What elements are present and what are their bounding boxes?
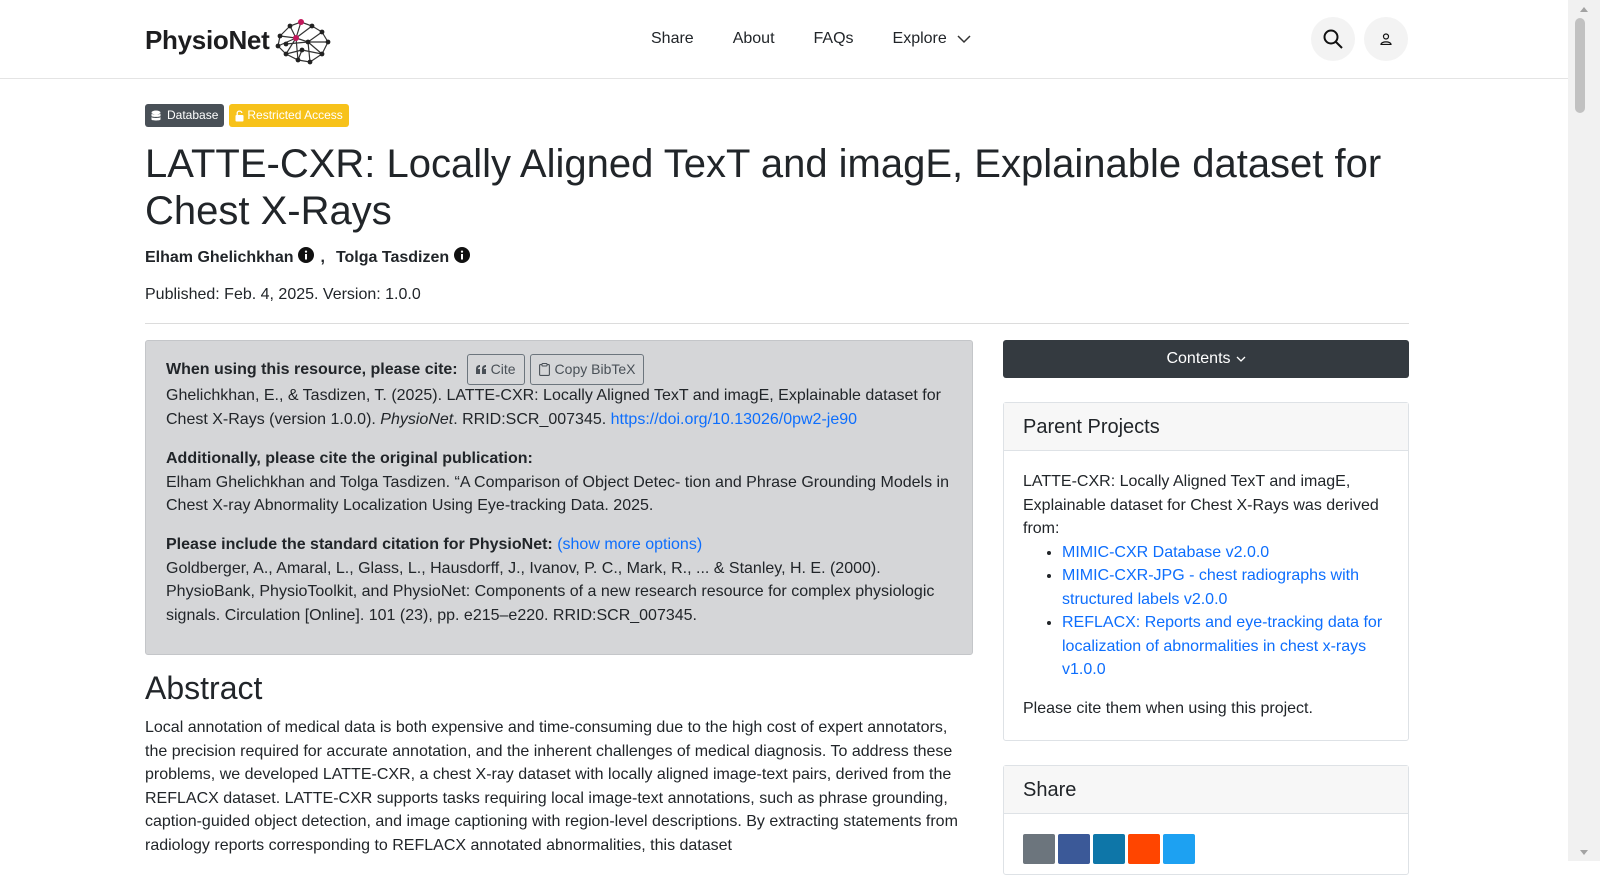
chevron-down-icon	[957, 34, 971, 43]
share-card: Share	[1003, 765, 1409, 875]
nav-share[interactable]: Share	[651, 28, 694, 50]
abstract-heading: Abstract	[145, 670, 263, 706]
facebook-share-icon[interactable]	[1058, 834, 1090, 864]
email-share-icon[interactable]	[1023, 834, 1055, 864]
list-item: MIMIC-CXR Database v2.0.0	[1062, 541, 1389, 565]
unlock-icon	[235, 109, 244, 121]
share-heading: Share	[1004, 766, 1408, 814]
info-icon[interactable]	[454, 247, 471, 268]
citation-header: When using this resource, please cite: C…	[166, 354, 645, 385]
database-badge-label: Database	[167, 108, 219, 122]
list-item: REFLACX: Reports and eye-tracking data f…	[1062, 611, 1389, 682]
nav-faqs[interactable]: FAQs	[814, 28, 854, 50]
copy-bibtex-button[interactable]: Copy BibTeX	[529, 354, 645, 385]
author-name[interactable]: Elham Ghelichkhan	[145, 249, 293, 267]
network-logo-icon	[276, 19, 331, 65]
list-item: MIMIC-CXR-JPG - chest radiographs with s…	[1062, 564, 1389, 611]
quote-icon	[475, 365, 486, 374]
info-icon[interactable]	[298, 247, 315, 268]
original-citation-text: Elham Ghelichkhan and Tolga Tasdizen. “A…	[166, 473, 949, 515]
project-title: LATTE-CXR: Locally Aligned TexT and imag…	[145, 142, 1382, 233]
clipboard-icon	[538, 363, 550, 376]
cite-button-label: Cite	[490, 360, 516, 377]
scroll-thumb[interactable]	[1575, 18, 1585, 113]
database-icon	[151, 110, 161, 120]
twitter-share-icon[interactable]	[1163, 834, 1195, 864]
citation-rrid: . RRID:SCR_007345.	[453, 410, 611, 428]
scroll-up-arrow-icon[interactable]	[1568, 0, 1600, 18]
parent-project-link[interactable]: MIMIC-CXR Database v2.0.0	[1062, 544, 1269, 561]
author-list: Elham Ghelichkhan , Tolga Tasdizen	[145, 247, 476, 268]
standard-citation-heading: Please include the standard citation for…	[166, 536, 553, 553]
page-scrollbar[interactable]	[1568, 0, 1600, 861]
project-badges: Database Restricted Access	[145, 104, 349, 127]
standard-citation-text: Goldberger, A., Amaral, L., Glass, L., H…	[166, 559, 935, 624]
copy-bibtex-label: Copy BibTeX	[554, 360, 636, 377]
parent-project-link[interactable]: MIMIC-CXR-JPG - chest radiographs with s…	[1062, 567, 1359, 608]
parent-project-link[interactable]: REFLACX: Reports and eye-tracking data f…	[1062, 614, 1382, 678]
author-separator: ,	[320, 248, 325, 266]
parent-projects-intro: LATTE-CXR: Locally Aligned TexT and imag…	[1023, 473, 1379, 537]
parent-projects-body: LATTE-CXR: Locally Aligned TexT and imag…	[1004, 451, 1408, 739]
cite-button[interactable]: Cite	[466, 354, 525, 385]
doi-link[interactable]: https://doi.org/10.13026/0pw2-je90	[611, 411, 857, 428]
database-badge: Database	[145, 104, 225, 127]
logo-text: PhysioNet	[145, 24, 270, 55]
chevron-down-icon	[1236, 356, 1245, 362]
parent-projects-list: MIMIC-CXR Database v2.0.0 MIMIC-CXR-JPG …	[1023, 541, 1389, 682]
scroll-down-arrow-icon[interactable]	[1568, 843, 1600, 861]
original-heading: Additionally, please cite the original p…	[166, 450, 533, 467]
top-navbar: PhysioNet Share About FAQs Explore	[0, 0, 1568, 79]
physionet-citation: Please include the standard citation for…	[166, 533, 956, 627]
nav-about[interactable]: About	[733, 28, 775, 50]
citation-heading: When using this resource, please cite:	[166, 360, 458, 378]
divider	[145, 323, 1409, 324]
parent-projects-footer: Please cite them when using this project…	[1023, 699, 1313, 717]
account-button[interactable]	[1364, 17, 1408, 61]
published-info: Published: Feb. 4, 2025. Version: 1.0.0	[145, 286, 421, 303]
restricted-access-badge: Restricted Access	[229, 104, 349, 127]
citation-journal: PhysioNet	[380, 410, 454, 428]
project-citation: Ghelichkhan, E., & Tasdizen, T. (2025). …	[166, 384, 956, 431]
physionet-logo[interactable]: PhysioNet	[145, 14, 332, 66]
citation-box: When using this resource, please cite: C…	[145, 340, 973, 655]
main-nav: Share About FAQs Explore	[651, 28, 1010, 50]
author-name[interactable]: Tolga Tasdizen	[336, 249, 449, 267]
nav-explore[interactable]: Explore	[893, 28, 971, 50]
nav-explore-label: Explore	[892, 30, 947, 47]
parent-projects-card: Parent Projects LATTE-CXR: Locally Align…	[1003, 402, 1409, 741]
reddit-share-icon[interactable]	[1128, 834, 1160, 864]
abstract-text: Local annotation of medical data is both…	[145, 719, 958, 854]
user-icon	[1380, 33, 1392, 45]
search-icon	[1323, 29, 1343, 49]
contents-label: Contents	[1166, 350, 1231, 367]
restricted-access-label: Restricted Access	[247, 108, 343, 122]
show-more-options-link[interactable]: (show more options)	[557, 536, 702, 553]
linkedin-share-icon[interactable]	[1093, 834, 1125, 864]
search-button[interactable]	[1311, 17, 1355, 61]
original-publication: Additionally, please cite the original p…	[166, 447, 956, 518]
contents-dropdown-button[interactable]: Contents	[1003, 340, 1409, 378]
share-icons	[1004, 814, 1408, 884]
parent-projects-heading: Parent Projects	[1004, 403, 1408, 451]
